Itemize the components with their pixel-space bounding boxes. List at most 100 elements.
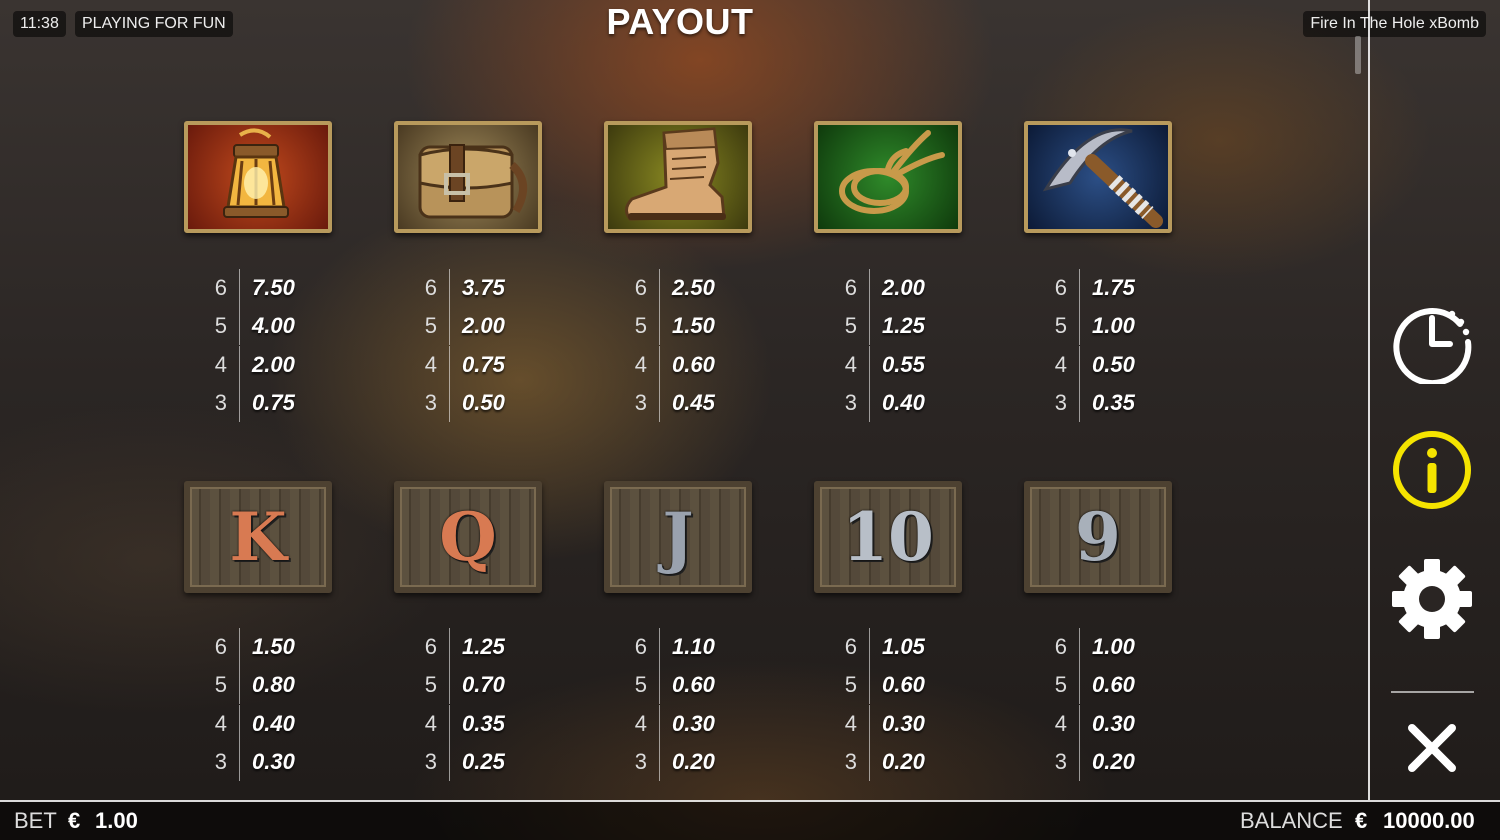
paytable-row: 4 0.35 xyxy=(410,704,560,743)
payout-value: 4.00 xyxy=(252,313,295,339)
match-count: 5 xyxy=(1040,666,1080,705)
match-count: 3 xyxy=(200,743,240,782)
paytable-row: 5 0.60 xyxy=(1040,666,1190,705)
paytable-row: 5 1.25 xyxy=(830,307,980,346)
payout-value: 0.80 xyxy=(252,672,295,698)
match-count: 6 xyxy=(620,269,660,308)
paytable-row: 3 0.30 xyxy=(200,743,350,782)
match-count: 3 xyxy=(410,384,450,423)
paytable-row: 6 1.50 xyxy=(200,628,350,667)
satchel-symbol xyxy=(394,121,542,233)
side-menu-separator xyxy=(1391,691,1474,693)
satchel-icon xyxy=(418,144,527,219)
history-button[interactable] xyxy=(1390,300,1474,386)
paytable-row: 6 7.50 xyxy=(200,269,350,308)
boot-icon xyxy=(625,127,726,221)
paytable-row: 6 1.25 xyxy=(410,628,560,667)
payout-value: 2.00 xyxy=(252,351,295,377)
match-count: 6 xyxy=(1040,628,1080,667)
scrollbar-thumb[interactable] xyxy=(1355,36,1361,74)
paytable-row: 5 2.00 xyxy=(410,307,560,346)
bet-currency: € xyxy=(68,808,81,833)
match-count: 6 xyxy=(200,628,240,667)
rope-icon xyxy=(839,130,945,214)
paytable-row: 5 0.70 xyxy=(410,666,560,705)
paytable-row: 3 0.25 xyxy=(410,743,560,782)
side-menu-divider xyxy=(1368,0,1370,800)
match-count: 5 xyxy=(200,307,240,346)
payout-value: 0.30 xyxy=(1092,710,1135,736)
k-paytable: 6 1.50 5 0.80 4 0.40 3 0.30 xyxy=(200,628,350,782)
match-count: 4 xyxy=(1040,345,1080,384)
match-count: 3 xyxy=(410,743,450,782)
ten-paytable: 6 1.05 5 0.60 4 0.30 3 0.20 xyxy=(830,628,980,782)
match-count: 4 xyxy=(410,345,450,384)
paytable-row: 3 0.20 xyxy=(1040,743,1190,782)
bet-value: 1.00 xyxy=(95,808,138,833)
nine-paytable: 6 1.00 5 0.60 4 0.30 3 0.20 xyxy=(1040,628,1190,782)
paytable-row: 6 1.10 xyxy=(620,628,770,667)
paytable-row: 5 0.80 xyxy=(200,666,350,705)
match-count: 5 xyxy=(830,307,870,346)
match-count: 6 xyxy=(410,269,450,308)
paytable-row: 4 0.40 xyxy=(200,704,350,743)
payout-value: 0.35 xyxy=(1092,390,1135,416)
settings-button[interactable] xyxy=(1390,557,1474,641)
payout-value: 3.75 xyxy=(462,275,505,301)
k-symbol-label: K xyxy=(229,498,287,576)
ten-symbol-label: 10 xyxy=(842,498,934,576)
paytable-row: 4 0.30 xyxy=(830,704,980,743)
paytable-row: 5 1.50 xyxy=(620,307,770,346)
q-symbol: Q xyxy=(394,481,542,593)
paytable-row: 5 4.00 xyxy=(200,307,350,346)
payout-value: 0.30 xyxy=(882,710,925,736)
q-paytable: 6 1.25 5 0.70 4 0.35 3 0.25 xyxy=(410,628,560,782)
j-paytable: 6 1.10 5 0.60 4 0.30 3 0.20 xyxy=(620,628,770,782)
info-button[interactable] xyxy=(1390,428,1474,512)
paytable-row: 6 3.75 xyxy=(410,269,560,308)
paytable-row: 6 2.50 xyxy=(620,269,770,308)
paytable-row: 4 0.50 xyxy=(1040,345,1190,384)
match-count: 4 xyxy=(830,704,870,743)
payout-value: 0.70 xyxy=(462,672,505,698)
paytable-row: 5 1.00 xyxy=(1040,307,1190,346)
payout-value: 1.10 xyxy=(672,634,715,660)
paytable-row: 3 0.45 xyxy=(620,384,770,423)
lantern-paytable: 6 7.50 5 4.00 4 2.00 3 0.75 xyxy=(200,269,350,423)
match-count: 5 xyxy=(620,307,660,346)
paytable-row: 3 0.75 xyxy=(200,384,350,423)
paytable-row: 6 1.05 xyxy=(830,628,980,667)
game-name: Fire In The Hole xBomb xyxy=(1303,11,1486,37)
paytable-row: 3 0.20 xyxy=(620,743,770,782)
paytable-row: 6 1.75 xyxy=(1040,269,1190,308)
pickaxe-icon xyxy=(1042,128,1163,228)
match-count: 5 xyxy=(200,666,240,705)
j-symbol: J xyxy=(604,481,752,593)
payout-value: 0.50 xyxy=(1092,351,1135,377)
match-count: 6 xyxy=(1040,269,1080,308)
match-count: 3 xyxy=(830,743,870,782)
paytable-row: 3 0.50 xyxy=(410,384,560,423)
paytable-row: 4 0.30 xyxy=(1040,704,1190,743)
balance-label: BALANCE xyxy=(1240,808,1343,833)
rope-paytable: 6 2.00 5 1.25 4 0.55 3 0.40 xyxy=(830,269,980,423)
payout-value: 1.50 xyxy=(672,313,715,339)
close-button[interactable] xyxy=(1390,706,1474,790)
satchel-paytable: 6 3.75 5 2.00 4 0.75 3 0.50 xyxy=(410,269,560,423)
match-count: 6 xyxy=(620,628,660,667)
close-icon xyxy=(1408,724,1456,772)
pickaxe-symbol xyxy=(1024,121,1172,233)
payout-value: 0.30 xyxy=(252,749,295,775)
paytable-row: 4 2.00 xyxy=(200,345,350,384)
k-symbol: K xyxy=(184,481,332,593)
payout-value: 0.20 xyxy=(1092,749,1135,775)
payout-value: 0.75 xyxy=(462,351,505,377)
paytable-row: 3 0.40 xyxy=(830,384,980,423)
match-count: 6 xyxy=(200,269,240,308)
match-count: 3 xyxy=(200,384,240,423)
match-count: 6 xyxy=(830,628,870,667)
nine-symbol-label: 9 xyxy=(1075,498,1121,576)
paytable-row: 3 0.20 xyxy=(830,743,980,782)
payout-value: 0.20 xyxy=(672,749,715,775)
gear-icon xyxy=(1392,559,1472,639)
